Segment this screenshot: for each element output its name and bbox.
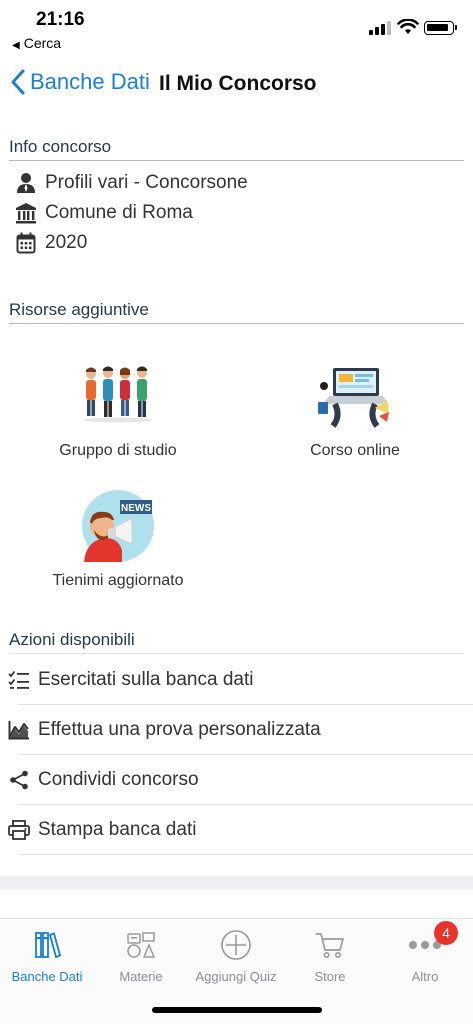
action-custom-test-label: Effettua una prova personalizzata [38, 719, 321, 740]
resource-online-course[interactable]: Corso online [275, 364, 435, 460]
back-to-app-link[interactable]: ◀ Cerca [12, 35, 61, 51]
resource-study-group[interactable]: Gruppo di studio [38, 364, 198, 460]
study-group-illustration [78, 364, 158, 434]
online-course-illustration [315, 364, 395, 434]
divider [18, 854, 473, 855]
tab-altro[interactable]: Altro [378, 927, 472, 984]
tab-materie-label: Materie [119, 969, 163, 984]
share-icon [8, 769, 30, 791]
tab-banche-dati[interactable]: Banche Dati [0, 927, 94, 984]
chart-icon [8, 719, 30, 741]
tab-store[interactable]: Store [283, 927, 377, 984]
status-time: 21:16 [36, 9, 85, 30]
person-icon [15, 172, 37, 194]
info-row-year: 2020 [15, 232, 87, 254]
institution-icon [15, 202, 37, 224]
back-to-app-label: Cerca [23, 35, 62, 51]
action-share-label: Condividi concorso [38, 769, 199, 790]
tab-altro-label: Altro [411, 969, 439, 984]
books-icon [0, 927, 94, 963]
back-button[interactable]: Banche Dati [10, 68, 150, 96]
cart-icon [283, 927, 377, 963]
resource-stay-updated-label: Tienimi aggiornato [52, 572, 184, 589]
resource-online-course-label: Corso online [310, 442, 400, 459]
resource-stay-updated[interactable]: NEWS Tienimi aggiornato [38, 490, 198, 590]
info-row-profile: Profili vari - Concorsone [15, 172, 248, 194]
info-row-institution: Comune di Roma [15, 202, 193, 224]
tab-materie[interactable]: Materie [94, 927, 188, 984]
section-header-resources: Risorse aggiuntive [9, 300, 464, 324]
signal-icon [369, 21, 391, 35]
action-practice-label: Esercitati sulla banca dati [38, 669, 254, 690]
checklist-icon [8, 669, 30, 691]
info-profile-text: Profili vari - Concorsone [45, 172, 248, 193]
action-print-label: Stampa banca dati [38, 819, 197, 840]
add-circle-icon [189, 927, 283, 963]
action-practice[interactable]: Esercitati sulla banca dati [8, 655, 473, 705]
notification-badge: 4 [434, 921, 458, 945]
action-custom-test[interactable]: Effettua una prova personalizzata [8, 705, 473, 755]
home-indicator[interactable] [152, 1007, 322, 1013]
status-bar: 21:16 ◀ Cerca [0, 0, 473, 56]
calendar-icon [15, 232, 37, 254]
section-header-actions: Azioni disponibili [9, 630, 464, 654]
info-year-text: 2020 [45, 232, 88, 253]
navigation-bar: Banche Dati Il Mio Concorso [0, 60, 473, 106]
action-print[interactable]: Stampa banca dati [8, 805, 473, 855]
back-button-label: Banche Dati [30, 69, 150, 94]
tab-aggiungi-quiz-label: Aggiungi Quiz [195, 969, 277, 984]
battery-icon [424, 21, 457, 35]
back-triangle-icon: ◀ [12, 40, 20, 51]
tab-store-label: Store [314, 969, 346, 984]
wifi-icon [397, 19, 419, 34]
content-footer-band [0, 876, 473, 890]
info-institution-text: Comune di Roma [45, 202, 193, 223]
action-share[interactable]: Condividi concorso [8, 755, 473, 805]
news-megaphone-illustration: NEWS [78, 490, 158, 564]
tab-aggiungi-quiz[interactable]: Aggiungi Quiz [189, 927, 283, 984]
chevron-left-icon [11, 69, 25, 95]
subjects-icon [94, 927, 188, 963]
print-icon [8, 819, 30, 841]
resource-study-group-label: Gruppo di studio [59, 442, 177, 459]
section-header-info: Info concorso [9, 137, 464, 161]
news-banner-text: NEWS [121, 503, 151, 514]
page-title: Il Mio Concorso [159, 72, 317, 95]
tab-banche-dati-label: Banche Dati [11, 969, 83, 984]
